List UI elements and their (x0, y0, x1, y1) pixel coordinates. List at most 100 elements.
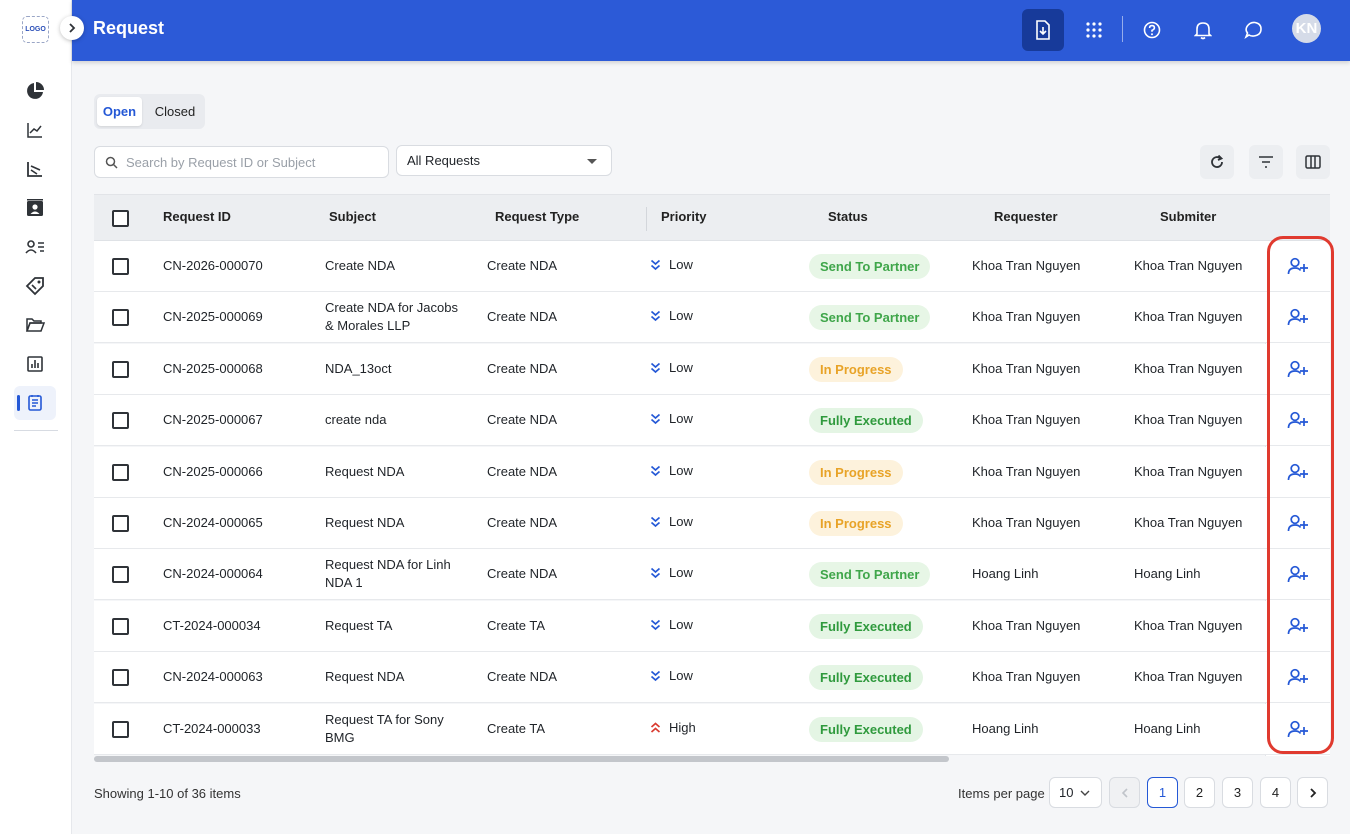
chart-axis-icon (27, 162, 42, 177)
request-id[interactable]: CN-2025-000069 (163, 308, 263, 326)
items-per-page-select[interactable]: 10 (1049, 777, 1102, 808)
column-header-requester[interactable]: Requester (994, 209, 1058, 224)
priority: Low (650, 308, 693, 323)
table-row[interactable]: CN-2024-000065 Request NDA Create NDA Low In… (94, 498, 1330, 549)
sidebar-expand-button[interactable] (60, 16, 84, 40)
status-badge: In Progress (809, 460, 903, 485)
user-avatar[interactable]: KN (1292, 14, 1321, 43)
request-id[interactable]: CT-2024-000034 (163, 617, 261, 635)
table-row[interactable]: CN-2024-000064 Request NDA for Linh NDA 1 C… (94, 549, 1330, 600)
subject-line: Request TA (325, 618, 393, 633)
subject: Create NDA (325, 257, 475, 275)
table-row[interactable]: CN-2024-000063 Request NDA Create NDA Low Fu… (94, 652, 1330, 703)
table-header: Request ID Subject Request Type Priority… (94, 194, 1330, 241)
prev-page-button[interactable] (1109, 777, 1140, 808)
items-per-page-value: 10 (1059, 785, 1074, 800)
row-checkbox[interactable] (112, 618, 129, 635)
priority-low-icon (650, 413, 661, 424)
refresh-button[interactable] (1200, 145, 1234, 179)
submitter: Khoa Tran Nguyen (1134, 412, 1243, 427)
tab-open[interactable]: Open (97, 97, 142, 126)
chevron-left-icon (1121, 787, 1128, 798)
app-header: Request KN (72, 0, 1350, 61)
sidebar-item-charts[interactable] (14, 152, 56, 186)
sidebar-item-users[interactable] (14, 230, 56, 264)
apps-button[interactable] (1073, 9, 1115, 51)
table-row[interactable]: CN-2025-000066 Request NDA Create NDA Low In… (94, 447, 1330, 498)
priority-low-icon (650, 310, 661, 321)
sidebar-item-dashboard[interactable] (14, 74, 56, 108)
row-checkbox[interactable] (112, 361, 129, 378)
requests-table: Request ID Subject Request Type Priority… (94, 194, 1330, 756)
sidebar: LOGO (0, 0, 72, 834)
table-row[interactable]: CT-2024-000034 Request TA Create TA Low Full… (94, 601, 1330, 652)
request-id[interactable]: CN-2025-000067 (163, 411, 263, 429)
sidebar-item-tags[interactable] (14, 269, 56, 303)
priority: Low (650, 514, 693, 529)
request-id[interactable]: CT-2024-000033 (163, 720, 261, 738)
chat-button[interactable] (1232, 9, 1274, 51)
page-button-4[interactable]: 4 (1260, 777, 1291, 808)
column-header-priority[interactable]: Priority (661, 209, 707, 224)
submitter: Hoang Linh (1134, 721, 1201, 736)
subject-line: BMG (325, 730, 355, 745)
column-header-status[interactable]: Status (828, 209, 868, 224)
subject: Request TA (325, 617, 475, 635)
tab-closed[interactable]: Closed (146, 97, 204, 126)
table-row[interactable]: CN-2025-000067 create nda Create NDA Low Ful… (94, 395, 1330, 446)
priority-label: Low (669, 257, 693, 272)
horizontal-scrollbar[interactable] (94, 756, 949, 762)
row-checkbox[interactable] (112, 464, 129, 481)
row-checkbox[interactable] (112, 515, 129, 532)
sidebar-item-contacts[interactable] (14, 191, 56, 225)
chat-icon (1244, 21, 1262, 40)
column-header-request-type[interactable]: Request Type (495, 209, 579, 224)
request-filter-select[interactable]: All Requests (396, 145, 612, 176)
download-document-icon (1036, 20, 1050, 40)
help-button[interactable] (1131, 9, 1173, 51)
request-id[interactable]: CN-2024-000063 (163, 668, 263, 686)
request-type: Create NDA (487, 669, 558, 684)
request-id[interactable]: CN-2024-000064 (163, 565, 263, 583)
select-all-checkbox[interactable] (112, 210, 129, 227)
next-page-button[interactable] (1297, 777, 1328, 808)
requester: Hoang Linh (972, 721, 1039, 736)
row-checkbox[interactable] (112, 566, 129, 583)
requester: Khoa Tran Nguyen (972, 618, 1081, 633)
search-input[interactable] (126, 154, 376, 170)
page-button-2[interactable]: 2 (1184, 777, 1215, 808)
notifications-button[interactable] (1182, 9, 1224, 51)
table-row[interactable]: CN-2026-000070 Create NDA Create NDA Low Sen… (94, 241, 1330, 292)
row-checkbox[interactable] (112, 412, 129, 429)
page-button-3[interactable]: 3 (1222, 777, 1253, 808)
page-button-1[interactable]: 1 (1147, 777, 1178, 808)
row-checkbox[interactable] (112, 669, 129, 686)
column-header-submitter[interactable]: Submiter (1160, 209, 1216, 224)
row-checkbox[interactable] (112, 721, 129, 738)
column-header-request-id[interactable]: Request ID (163, 209, 231, 224)
table-row[interactable]: CN-2025-000069 Create NDA for Jacobs & Mor… (94, 292, 1330, 343)
download-button[interactable] (1022, 9, 1064, 51)
bell-icon (1194, 22, 1212, 40)
priority-high-icon (650, 721, 661, 733)
sidebar-item-reports[interactable] (14, 347, 56, 381)
status-badge: Fully Executed (809, 614, 923, 639)
row-checkbox[interactable] (112, 309, 129, 326)
priority: Low (650, 617, 693, 632)
sidebar-item-files[interactable] (14, 308, 56, 342)
request-id[interactable]: CN-2026-000070 (163, 257, 263, 275)
table-row[interactable]: CN-2025-000068 NDA_13oct Create NDA Low In P… (94, 344, 1330, 395)
request-id[interactable]: CN-2025-000066 (163, 463, 263, 481)
requester: Khoa Tran Nguyen (972, 669, 1081, 684)
columns-button[interactable] (1296, 145, 1330, 179)
request-id[interactable]: CN-2024-000065 (163, 514, 263, 532)
sidebar-item-requests[interactable] (14, 386, 56, 420)
table-row[interactable]: CT-2024-000033 Request TA for Sony BMG Crea… (94, 704, 1330, 755)
filter-button[interactable] (1249, 145, 1283, 179)
status-tabs: Open Closed (94, 94, 205, 129)
request-id[interactable]: CN-2025-000068 (163, 360, 263, 378)
row-checkbox[interactable] (112, 258, 129, 275)
submitter: Khoa Tran Nguyen (1134, 361, 1243, 376)
column-header-subject[interactable]: Subject (329, 209, 376, 224)
sidebar-item-analytics[interactable] (14, 113, 56, 147)
